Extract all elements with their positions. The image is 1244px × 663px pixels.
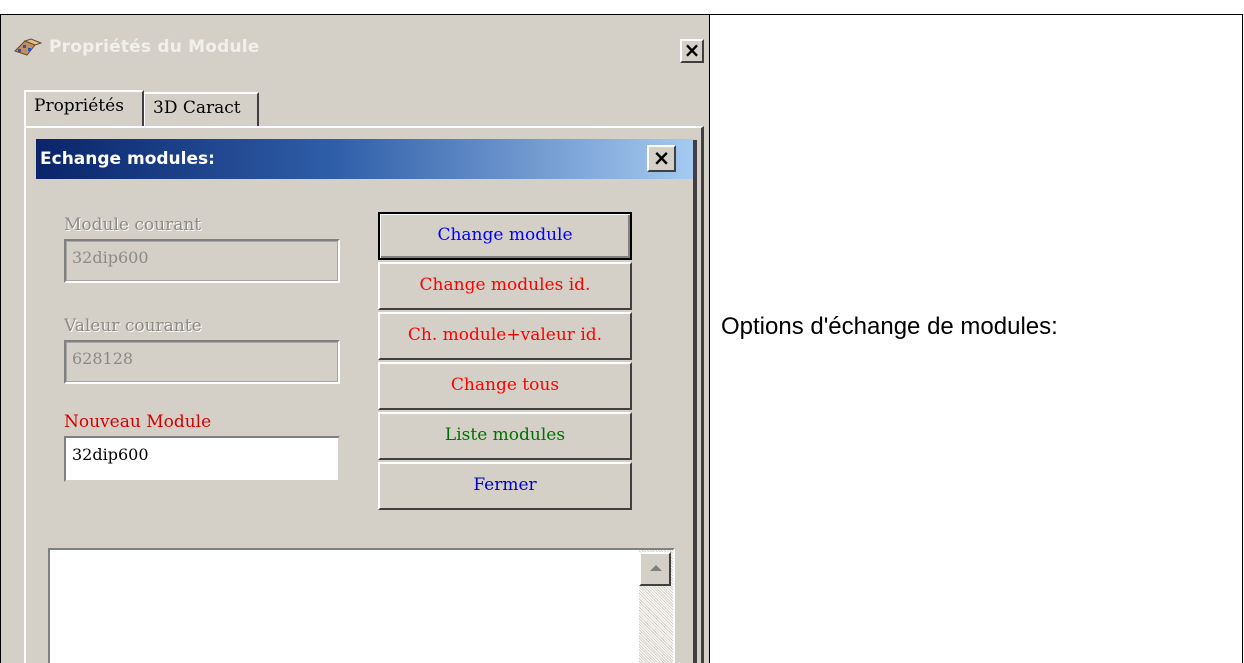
button-label: Change module: [437, 225, 573, 245]
change-module-button[interactable]: Change module: [378, 212, 632, 260]
current-module-field: 32dip600: [64, 239, 340, 283]
change-module-value-id-button[interactable]: Ch. module+valeur id.: [378, 312, 632, 360]
message-listbox[interactable]: [48, 548, 675, 663]
button-label: Fermer: [473, 475, 537, 495]
column-divider: [709, 14, 710, 663]
caption-text: Options d'échange de modules:: [721, 313, 1058, 340]
window-title: Propriétés du Module: [49, 37, 260, 57]
list-modules-button[interactable]: Liste modules: [378, 412, 632, 460]
current-module-value: 32dip600: [72, 248, 149, 267]
dialog-titlebar: Echange modules: ×: [36, 139, 695, 179]
tab-3d-caract[interactable]: 3D Caract: [143, 92, 259, 126]
screenshot-cell: Propriétés du Module × Propriétés 3D Car…: [1, 15, 709, 663]
panel-right-edge: [693, 140, 697, 663]
tab-label: Propriétés: [34, 96, 124, 116]
button-label: Liste modules: [444, 425, 566, 445]
vertical-scrollbar[interactable]: [639, 550, 673, 663]
new-module-value: 32dip600: [72, 445, 149, 464]
current-value-field: 628128: [64, 340, 340, 384]
dialog-close-button[interactable]: ×: [647, 145, 676, 172]
current-value-label: Valeur courante: [64, 316, 202, 336]
tab-label: 3D Caract: [153, 98, 241, 118]
button-label: Change modules id.: [419, 275, 591, 295]
pcb-module-icon: [13, 37, 43, 57]
dialog-title: Echange modules:: [40, 149, 215, 169]
window-titlebar: Propriétés du Module ×: [1, 15, 709, 77]
button-label: Change tous: [450, 375, 560, 395]
current-value-value: 628128: [72, 349, 134, 368]
button-label: Ch. module+valeur id.: [407, 325, 603, 345]
tab-proprietes[interactable]: Propriétés: [24, 90, 144, 126]
change-modules-id-button[interactable]: Change modules id.: [378, 262, 632, 310]
scroll-up-button[interactable]: [639, 552, 671, 586]
close-icon: ×: [652, 146, 671, 170]
new-module-input[interactable]: 32dip600: [64, 436, 340, 482]
current-module-label: Module courant: [64, 215, 202, 235]
new-module-label: Nouveau Module: [64, 412, 212, 432]
close-button[interactable]: Fermer: [378, 462, 632, 510]
change-all-button[interactable]: Change tous: [378, 362, 632, 410]
close-icon: ×: [683, 38, 701, 62]
window-close-button[interactable]: ×: [680, 39, 704, 63]
